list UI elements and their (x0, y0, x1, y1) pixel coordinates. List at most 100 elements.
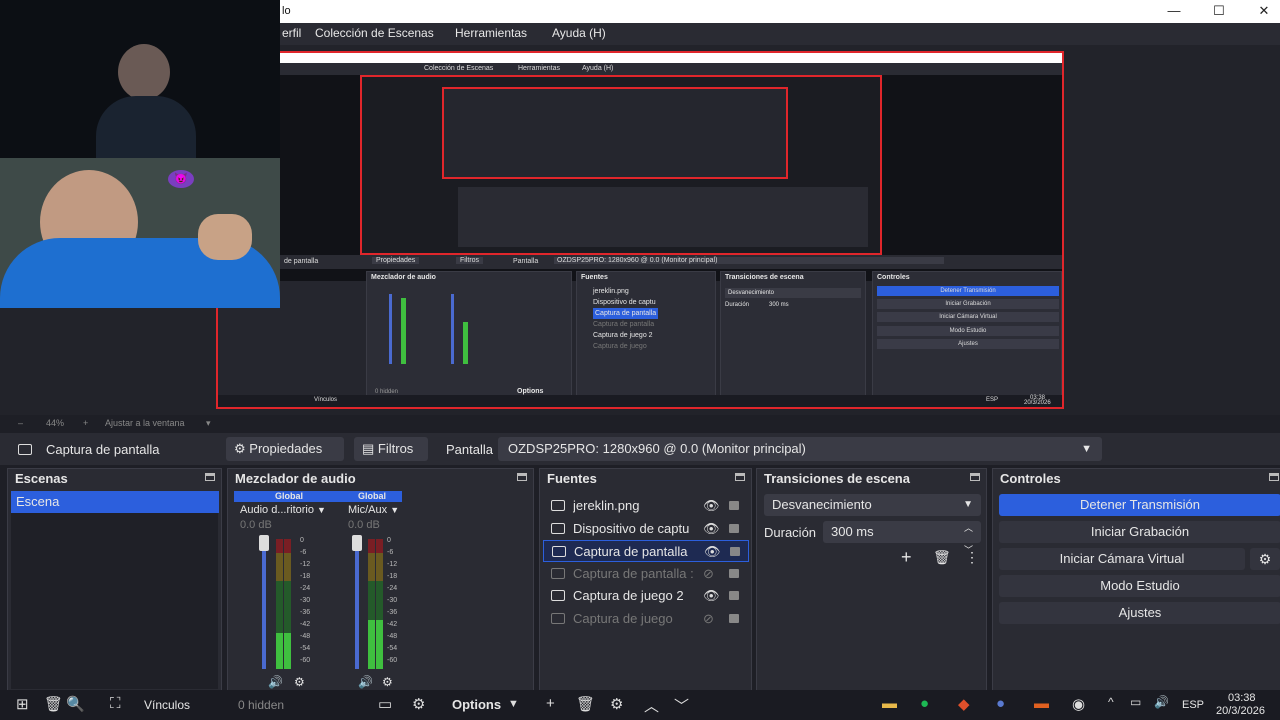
options-button[interactable]: Options (452, 697, 501, 712)
menu-tools[interactable]: Herramientas (455, 26, 527, 40)
float-icon[interactable] (205, 473, 215, 481)
maximize-button[interactable]: ☐ (1205, 2, 1233, 20)
brave-icon[interactable]: ◆ (958, 695, 970, 713)
mixer-settings-icon[interactable]: ⚙ (412, 695, 425, 713)
nested-sources-title: Fuentes (581, 274, 608, 281)
filter-icon[interactable]: ⛶ (110, 695, 121, 712)
meter-scale-tick: -42 (387, 621, 398, 628)
eye-off-icon[interactable]: ⊘ (703, 563, 719, 585)
volume-icon[interactable]: 🔊 (1154, 695, 1169, 709)
lock-icon[interactable] (729, 613, 739, 623)
volume-fader-track[interactable] (355, 539, 359, 669)
minimize-button[interactable]: — (1160, 2, 1188, 20)
zoom-fit[interactable]: Ajustar a la ventana (105, 418, 185, 428)
properties-button[interactable]: ⚙ Propiedades (226, 437, 344, 461)
eye-icon[interactable]: 👁 (703, 585, 720, 607)
meter-scale-tick: -54 (387, 645, 398, 652)
source-item[interactable]: Dispositivo de captu 👁 (543, 518, 749, 540)
nested-docks-area: Mezclador de audio 0 hidden Options Fuen… (218, 271, 1062, 407)
move-down-icon[interactable]: ﹀ (674, 695, 689, 716)
nested-controls: Controles Detener Transmisión Iniciar Gr… (872, 271, 1062, 399)
settings-icon[interactable]: ⚙ (294, 675, 305, 689)
add-icon[interactable]: + (901, 547, 912, 568)
search-icon[interactable]: 🔍 (66, 695, 85, 713)
nested-record: Iniciar Grabación (877, 299, 1059, 309)
chevron-down-icon[interactable]: ▼ (508, 698, 519, 710)
trash-icon[interactable]: 🗑 (44, 695, 63, 713)
start-recording-button[interactable]: Iniciar Grabación (999, 521, 1280, 543)
lock-icon[interactable] (729, 568, 739, 578)
clock-time[interactable]: 03:38 (1228, 692, 1256, 704)
lock-icon[interactable] (729, 501, 739, 510)
source-item[interactable]: Captura de pantalla : ⊘ (543, 563, 749, 585)
lock-icon[interactable] (729, 523, 739, 533)
more-icon[interactable]: ⋮ (965, 549, 979, 566)
source-label: Captura de pantalla : (573, 565, 694, 581)
studio-mode-button[interactable]: Modo Estudio (999, 575, 1280, 597)
duration-input[interactable]: 300 ms ︿ ﹀ (823, 521, 981, 555)
obs-icon[interactable]: ◉ (1072, 695, 1085, 713)
zoom-in-button[interactable]: + (83, 418, 88, 428)
float-icon[interactable] (517, 473, 527, 481)
volume-fader-track[interactable] (262, 539, 266, 669)
menu-profile[interactable]: erfil (282, 26, 301, 40)
add-source-icon[interactable]: + (546, 695, 555, 712)
source-item[interactable]: Captura de pantalla 👁 (543, 540, 749, 562)
windows-icon[interactable]: ⊞ (16, 695, 29, 713)
volume-fader-knob[interactable] (259, 535, 269, 551)
preview-area[interactable]: Colección de Escenas Herramientas Ayuda … (0, 0, 1280, 415)
zoom-out-button[interactable]: – (18, 418, 23, 428)
channel-name-label: Audio d...ritorio (240, 504, 314, 516)
float-icon[interactable] (970, 473, 980, 481)
speaker-icon[interactable]: 🔊 (268, 675, 283, 689)
channel-name[interactable]: Mic/Aux ▼ (348, 504, 399, 516)
trash-icon[interactable]: 🗑 (933, 549, 951, 566)
eye-icon[interactable]: 👁 (703, 495, 720, 517)
scenes-list: Escena (11, 491, 219, 689)
float-icon[interactable] (735, 473, 745, 481)
chevron-up-icon[interactable]: ^ (1108, 695, 1114, 709)
source-item[interactable]: Captura de juego 2 👁 (543, 585, 749, 607)
settings-button[interactable]: Ajustes (999, 602, 1280, 624)
virtual-camera-button[interactable]: Iniciar Cámara Virtual (999, 548, 1245, 570)
source-settings-icon[interactable]: ⚙ (610, 695, 623, 713)
move-up-icon[interactable]: ︿ (644, 695, 659, 716)
eye-icon[interactable]: 👁 (704, 541, 721, 563)
lock-icon[interactable] (730, 547, 740, 556)
eye-off-icon[interactable]: ⊘ (703, 608, 719, 630)
language-indicator[interactable]: ESP (1182, 699, 1204, 711)
source-label: Captura de pantalla (574, 544, 688, 559)
filters-button[interactable]: ▤ Filtros (354, 437, 428, 461)
stop-stream-button[interactable]: Detener Transmisión (999, 494, 1280, 516)
transition-select-value: Desvanecimiento (772, 497, 872, 512)
app-icon[interactable]: ● (996, 695, 1005, 712)
source-type-icon (551, 500, 565, 511)
scene-item[interactable]: Escena (11, 491, 219, 513)
menu-help[interactable]: Ayuda (H) (552, 26, 606, 40)
screen-select[interactable]: OZDSP25PRO: 1280x960 @ 0.0 (Monitor prin… (498, 437, 1102, 461)
menu-scene-collection[interactable]: Colección de Escenas (315, 26, 434, 40)
meter-scale-tick: -48 (387, 633, 398, 640)
network-icon[interactable]: ▭ (1130, 695, 1141, 709)
source-item[interactable]: Captura de juego ⊘ (543, 608, 749, 630)
app-icon[interactable]: ▬ (1034, 695, 1049, 712)
mixer-layout-icon[interactable]: ▭ (378, 695, 392, 713)
preview-canvas[interactable]: Colección de Escenas Herramientas Ayuda … (216, 51, 1064, 409)
close-button[interactable]: ✕ (1250, 2, 1278, 20)
channel-name[interactable]: Audio d...ritorio ▼ (240, 504, 326, 516)
settings-icon[interactable]: ⚙ (382, 675, 393, 689)
remove-source-icon[interactable]: 🗑 (576, 695, 595, 713)
spotify-icon[interactable]: ● (920, 695, 929, 712)
vinculos-label[interactable]: Vínculos (144, 698, 190, 712)
folder-icon[interactable]: ▬ (882, 695, 897, 712)
gear-icon[interactable]: ⚙ (1250, 548, 1280, 570)
float-icon[interactable] (1269, 473, 1279, 481)
transition-select[interactable]: Desvanecimiento ▼ (764, 494, 981, 516)
lock-icon[interactable] (729, 591, 739, 600)
volume-fader-knob[interactable] (352, 535, 362, 551)
source-item[interactable]: jereklin.png 👁 (543, 495, 749, 517)
eye-icon[interactable]: 👁 (703, 518, 720, 540)
clock-date[interactable]: 20/3/2026 (1216, 705, 1265, 717)
speaker-icon[interactable]: 🔊 (358, 675, 373, 689)
zoom-dropdown-icon[interactable]: ▾ (206, 418, 211, 429)
